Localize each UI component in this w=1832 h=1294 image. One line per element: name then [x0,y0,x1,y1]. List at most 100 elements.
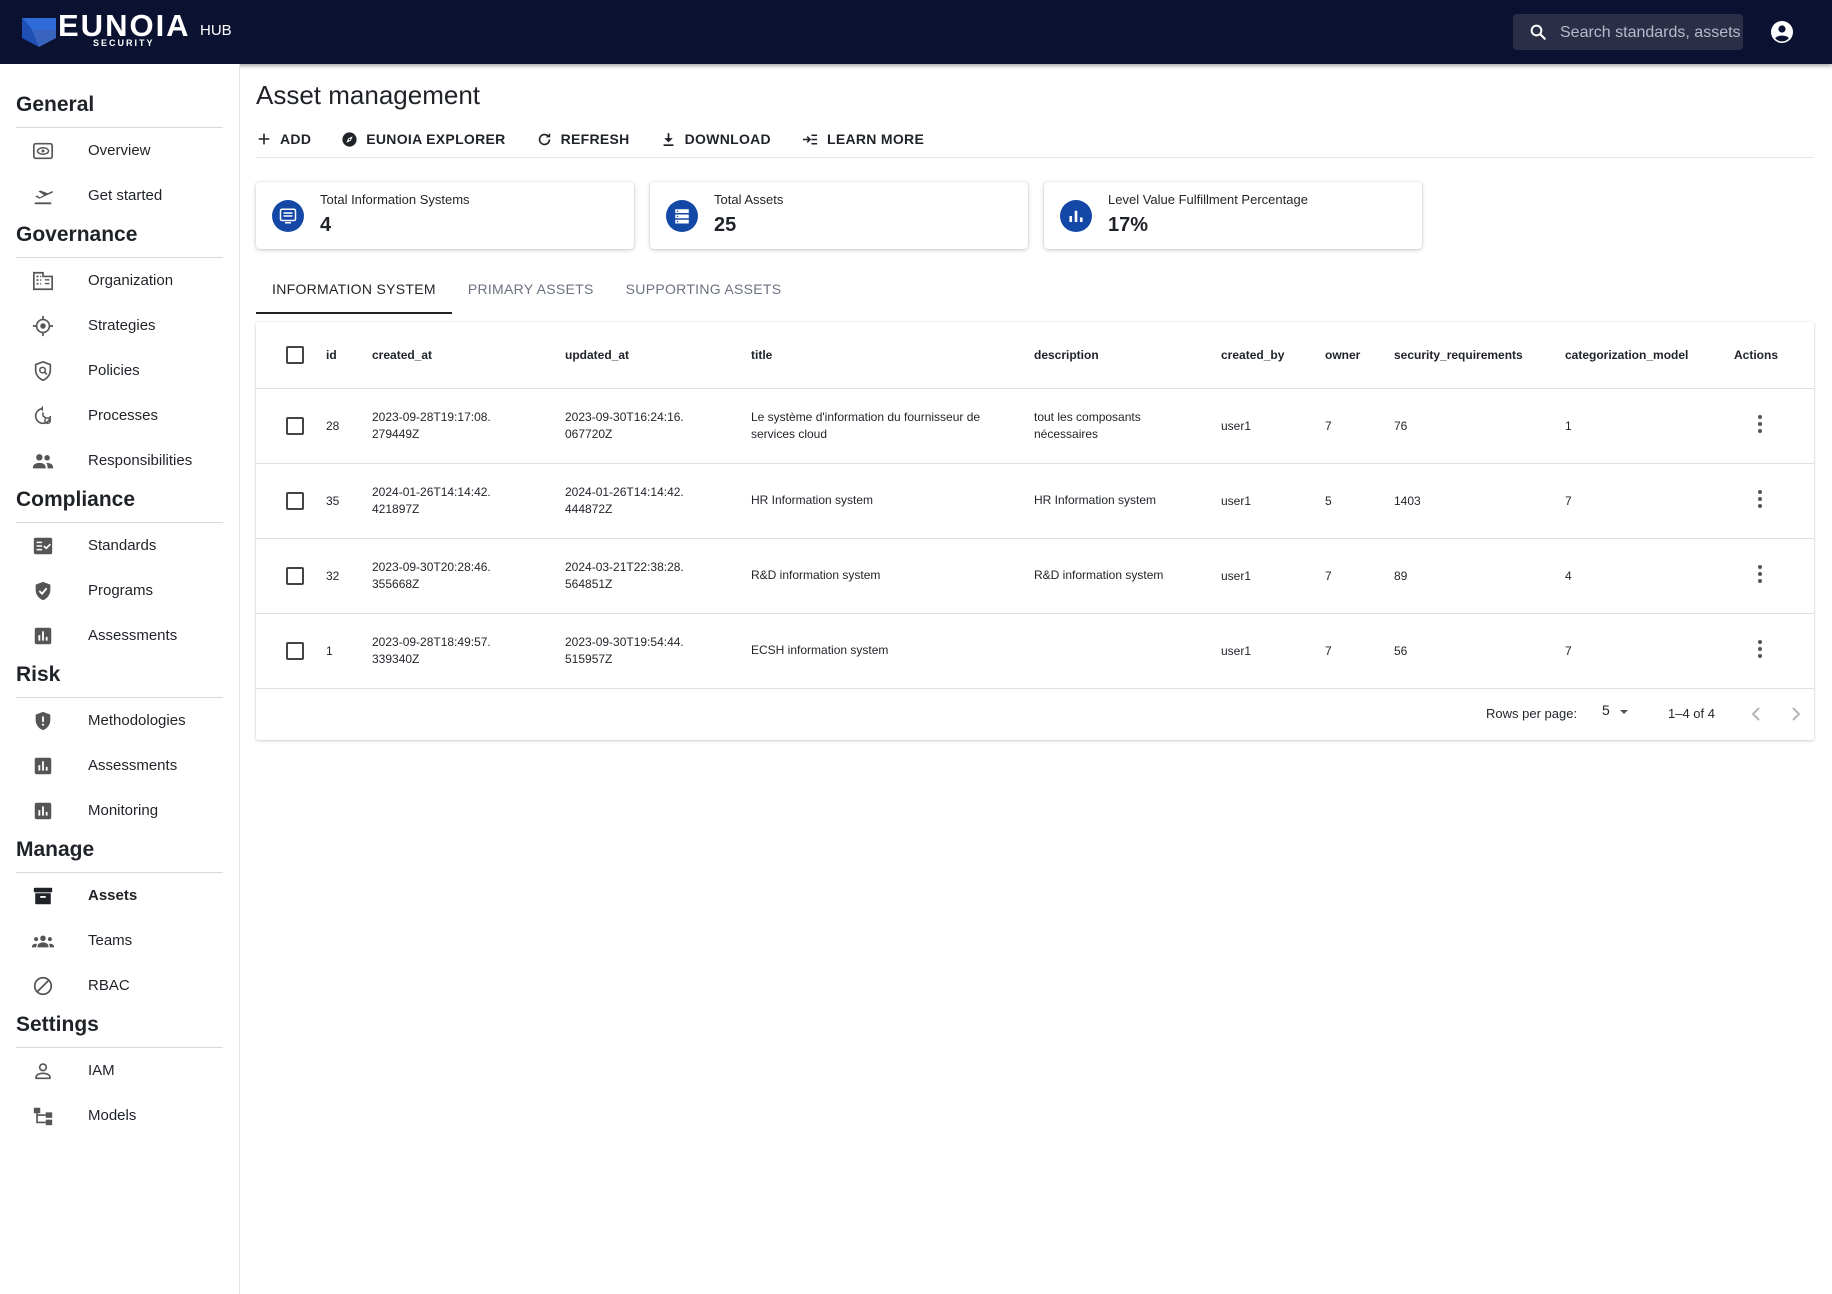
sidebar-item-overview[interactable]: Overview [16,129,223,174]
more-vert-icon[interactable] [1748,487,1772,511]
nav-heading: Manage [16,835,223,873]
stat-card-total-assets: Total Assets 25 [650,182,1028,249]
sidebar-item-monitoring[interactable]: Monitoring [16,789,223,834]
sidebar-item-assets[interactable]: Assets [16,874,223,919]
cell-owner: 7 [1325,568,1332,583]
cell-id: 28 [326,418,340,433]
table-pagination: Rows per page: 5 1–4 of 4 [256,688,1814,740]
cell-created-by: user1 [1221,568,1252,583]
sidebar-item-policies[interactable]: Policies [16,349,223,394]
tab-information-system[interactable]: INFORMATION SYSTEM [256,272,452,314]
row-checkbox[interactable] [286,641,304,660]
sidebar-item-label: Strategies [88,317,156,334]
sidebar-item-standards[interactable]: Standards [16,524,223,569]
sidebar-item-teams[interactable]: Teams [16,919,223,964]
sidebar-item-label: Processes [88,407,159,424]
sidebar-item-strategies[interactable]: Strategies [16,304,223,349]
more-vert-icon[interactable] [1748,637,1772,661]
learn-more-button-label: LEARN MORE [826,131,925,147]
column-header-id[interactable]: id [326,322,372,388]
nav-heading: Governance [16,220,223,258]
groups-icon [32,935,54,948]
cell-title: Le système d'information du fournisseur … [751,409,981,441]
sidebar-item-risk-assessments[interactable]: Assessments [16,744,223,789]
cell-created-by: user1 [1221,643,1252,658]
rows-per-page-select[interactable]: 5 [1602,702,1628,718]
tab-primary-assets[interactable]: PRIMARY ASSETS [452,272,610,312]
storage-icon [675,209,689,224]
compass-icon [342,131,357,147]
tab-supporting-assets[interactable]: SUPPORTING ASSETS [610,272,798,312]
table-row[interactable]: 32 2023-09-30T20:28:46.355668Z 2024-03-2… [256,538,1814,613]
nav-section-risk: Risk Methodologies Assessments Monitorin… [16,660,223,834]
people-icon [32,454,54,469]
data-table: id created_at updated_at title descripti… [256,322,1814,689]
pagination-range: 1–4 of 4 [1668,706,1715,721]
sidebar-item-label: Assessments [88,627,178,644]
add-button[interactable]: ADD [256,126,311,152]
sidebar: General Overview Get started Governance … [0,64,240,1294]
brand-subtitle: SECURITY [93,38,155,48]
cell-security-requirements: 56 [1394,643,1408,658]
cell-id: 32 [326,568,340,583]
cell-owner: 5 [1325,493,1332,508]
column-header-title[interactable]: title [751,322,1034,388]
more-vert-icon[interactable] [1748,562,1772,586]
column-header-description[interactable]: description [1034,322,1221,388]
global-search[interactable] [1513,14,1743,52]
select-all-checkbox[interactable] [286,345,304,364]
table-row[interactable]: 28 2023-09-28T19:17:08.279449Z 2023-09-3… [256,388,1814,463]
sidebar-item-label: Programs [88,582,154,599]
column-header-created-at[interactable]: created_at [372,322,565,388]
eunoia-logo-icon[interactable] [22,16,56,48]
learn-more-button[interactable]: LEARN MORE [801,126,924,152]
sidebar-item-models[interactable]: Models [16,1094,223,1139]
sidebar-item-programs[interactable]: Programs [16,569,223,614]
search-input[interactable] [1558,14,1742,52]
column-header-owner[interactable]: owner [1325,322,1394,388]
cell-updated-at: 2023-09-30T16:24:16.067720Z [565,409,684,441]
column-header-updated-at[interactable]: updated_at [565,322,751,388]
chevron-left-icon[interactable] [1744,702,1768,726]
column-header-actions: Actions [1734,347,1779,362]
sidebar-item-label: Methodologies [88,712,186,729]
cell-created-at: 2023-09-28T18:49:57.339340Z [372,634,491,666]
stat-label: Total Assets [714,192,784,207]
sidebar-item-rbac[interactable]: RBAC [16,964,223,1009]
sidebar-item-organization[interactable]: Organization [16,259,223,304]
cell-description: R&D information system [1034,568,1164,582]
nav-section-manage: Manage Assets Teams RBAC [16,835,223,1009]
sidebar-item-get-started[interactable]: Get started [16,174,223,219]
sidebar-item-label: Assets [88,887,138,904]
cell-security-requirements: 1403 [1394,493,1421,508]
column-header-security-requirements[interactable]: security_requirements [1394,322,1565,388]
stat-label: Level Value Fulfillment Percentage [1108,192,1308,207]
shield-search-icon [34,360,52,382]
download-button[interactable]: DOWNLOAD [660,126,771,152]
row-checkbox[interactable] [286,416,304,435]
cell-created-at: 2024-01-26T14:14:42.421897Z [372,484,491,516]
chevron-right-icon[interactable] [1784,702,1808,726]
row-checkbox[interactable] [286,491,304,510]
table-row[interactable]: 1 2023-09-28T18:49:57.339340Z 2023-09-30… [256,613,1814,688]
nav-section-governance: Governance Organization Strategies Polic… [16,220,223,484]
asset-tabs: INFORMATION SYSTEM PRIMARY ASSETS SUPPOR… [256,272,797,314]
sidebar-item-compliance-assessments[interactable]: Assessments [16,614,223,659]
table-header-row: id created_at updated_at title descripti… [256,322,1814,388]
table-row[interactable]: 35 2024-01-26T14:14:42.421897Z 2024-01-2… [256,463,1814,538]
account-circle-icon[interactable] [1770,20,1794,44]
more-vert-icon[interactable] [1748,412,1772,436]
eunoia-explorer-button[interactable]: EUNOIA EXPLORER [341,126,505,152]
refresh-button[interactable]: REFRESH [536,126,630,152]
nav-heading: Compliance [16,485,223,523]
column-header-categorization-model[interactable]: categorization_model [1565,322,1734,388]
cell-title: ECSH information system [751,643,889,657]
cell-description: tout les composants nécessaires [1034,409,1141,441]
sidebar-item-processes[interactable]: Processes [16,394,223,439]
sidebar-item-responsibilities[interactable]: Responsibilities [16,439,223,484]
row-checkbox[interactable] [286,566,304,585]
block-icon [33,976,53,996]
column-header-created-by[interactable]: created_by [1221,322,1325,388]
sidebar-item-iam[interactable]: IAM [16,1049,223,1094]
sidebar-item-methodologies[interactable]: Methodologies [16,699,223,744]
